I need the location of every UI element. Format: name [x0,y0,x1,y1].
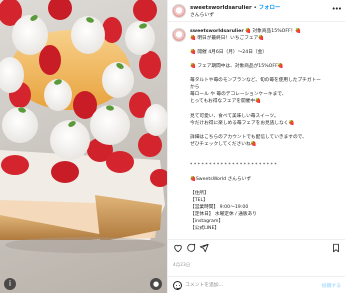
caption-line: 🍓SweetsWorld さんらいず [190,176,252,182]
caption-line: 【公式LINE】 [190,226,220,232]
header-separator: • [253,5,257,11]
comment-input[interactable] [185,280,315,291]
caption-line: 🍓 フェア期間中は、対象商品が15%OFF🍓 [190,64,284,70]
share-icon[interactable] [199,243,209,253]
bookmark-icon[interactable] [331,243,341,253]
caption-line: とってもお得なフェアを開催中🍓 [190,99,261,105]
caption-body: 🍓 対象商品15%OFF！🍓 🍓 明日が最終日！いちごフェア🍓 🍓 開催 4月6… [190,29,321,231]
caption-line: 【営業時間】 9:00〜19:00 [190,205,249,211]
caption-line: 詳細はこちらのアカウントでも配信していきますので、 [190,134,307,140]
caption-area: sweetsworldsarulier 🍓 対象商品15%OFF！🍓 🍓 明日が… [168,24,345,236]
caption-line: 【instagram】 [190,219,224,225]
caption-username[interactable]: sweetsworldsarulier [190,29,244,34]
heart-icon[interactable] [173,243,183,253]
caption-line: 見て可愛い、食べて美味しい苺スイーツ。 [190,113,279,119]
header-subtitle: さんらいず [190,13,214,18]
caption-line: ぜひチェックしてくださいね🍓 [190,141,257,147]
post-panel: sweetsworldsarulier • フォロー さんらいず ••• swe… [167,0,345,293]
caption-line: 🍓 開催 4月6日（月）〜24日（金） [190,50,267,56]
post-photo[interactable]: i ● [0,0,167,293]
comment-bar: 投稿する [168,276,345,293]
comment-icon[interactable] [186,243,196,253]
avatar[interactable] [172,4,186,18]
emoji-icon[interactable] [173,281,182,290]
tag-icon[interactable]: ● [150,278,162,290]
follow-button[interactable]: フォロー [259,5,281,11]
caption-line: 今だけお得に楽しめる苺フェアをお見逃しなく🍓 [190,120,295,126]
more-icon[interactable]: ••• [332,5,342,13]
action-bar [168,239,345,253]
post-comment-button[interactable]: 投稿する [322,282,341,289]
caption-text: sweetsworldsarulier 🍓 対象商品15%OFF！🍓 🍓 明日が… [190,28,342,232]
caption-line: 苺タルトや苺のモンブランなど、旬の苺を使用したプチガトー [190,78,321,84]
info-icon[interactable]: i [4,278,16,290]
caption-line: 【TEL】 [190,198,208,204]
caption-line: 🍓 対象商品15%OFF！🍓 [245,29,302,34]
caption-line: 苺ロール や 苺のデコレーションケーキまで、 [190,92,287,98]
caption-line: 【住所】 [190,191,209,197]
post-date: 4月23日 [173,262,191,267]
caption-line: 🍓 明日が最終日！いちごフェア🍓 [190,36,265,42]
caption-line: から [190,85,200,91]
caption-avatar[interactable] [172,28,186,42]
strawberry-tart-image [0,0,167,253]
post-header: sweetsworldsarulier • フォロー さんらいず ••• [168,0,345,22]
caption-line: 【定休日】 水曜定休 / 通販あり [190,212,257,218]
caption-line: * * * * * * * * * * * * * * * * * * * * … [190,162,277,168]
header-user-line: sweetsworldsarulier • フォロー [190,3,280,11]
